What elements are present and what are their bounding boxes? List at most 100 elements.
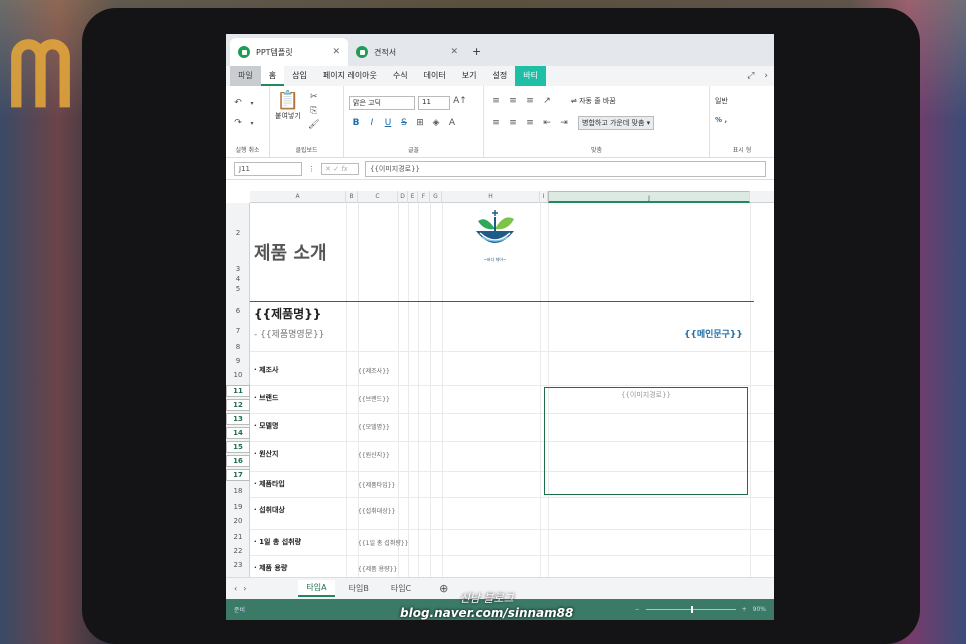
row-header[interactable]: 23: [226, 561, 250, 569]
row-header[interactable]: 18: [226, 487, 250, 495]
column-header[interactable]: B: [346, 191, 358, 203]
comma-icon[interactable]: ,: [724, 116, 727, 124]
zoom-in-icon[interactable]: +: [742, 606, 747, 613]
row-header[interactable]: 8: [226, 343, 250, 351]
chevron-left-icon[interactable]: ‹: [234, 584, 237, 593]
field-value[interactable]: {{원산지}}: [358, 450, 390, 459]
menu-file[interactable]: 파일: [230, 66, 261, 86]
field-value[interactable]: {{1일 총 섭취량}}: [358, 538, 409, 547]
row-header[interactable]: 12: [226, 399, 250, 411]
row-header[interactable]: 13: [226, 413, 250, 425]
merge-center-button[interactable]: 병합하고 가운데 맞춤 ▾: [578, 116, 655, 130]
orientation-icon[interactable]: ↗: [540, 96, 554, 106]
chevron-down-icon[interactable]: ▾: [245, 120, 259, 127]
wrap-text-button[interactable]: ⇌ 자동 줄 바꿈: [571, 96, 616, 106]
row-header[interactable]: 14: [226, 427, 250, 439]
column-header[interactable]: C: [358, 191, 398, 203]
name-box[interactable]: J11: [234, 161, 302, 176]
column-header[interactable]: H: [442, 191, 540, 203]
close-icon[interactable]: ✕: [332, 47, 340, 57]
row-header[interactable]: 3: [226, 265, 250, 273]
paste-button[interactable]: 📋 붙여넣기: [275, 90, 301, 130]
number-format-select[interactable]: 일반: [715, 96, 769, 106]
redo-icon[interactable]: ↷: [231, 118, 245, 128]
spreadsheet-grid[interactable]: A B C D E F G H I J 2 3 4 5 6 7 8 9 10 1…: [226, 191, 774, 577]
sheet-tab-type-a[interactable]: 타입A: [298, 580, 335, 597]
image-placeholder-cell[interactable]: {{이미지경로}}: [544, 387, 748, 495]
row-header[interactable]: 21: [226, 533, 250, 541]
expand-icon[interactable]: ⤢: [747, 71, 754, 81]
row-header[interactable]: 15: [226, 441, 250, 453]
row-header[interactable]: 10: [226, 371, 250, 379]
strikethrough-icon[interactable]: S: [397, 118, 411, 128]
italic-icon[interactable]: I: [365, 118, 379, 128]
indent-increase-icon[interactable]: ⇥: [557, 118, 571, 128]
format-painter-icon[interactable]: 🖌: [307, 120, 321, 130]
field-value[interactable]: {{제품타입}}: [358, 480, 395, 489]
field-value[interactable]: {{제조사}}: [358, 366, 390, 375]
row-header[interactable]: 2: [226, 229, 250, 237]
menu-formulas[interactable]: 수식: [385, 66, 416, 86]
font-color-icon[interactable]: A: [445, 118, 459, 128]
menu-home[interactable]: 홈: [260, 66, 285, 86]
tab-ppt-template[interactable]: PPT템플릿 ✕: [230, 38, 348, 66]
main-phrase-cell[interactable]: {{메인문구}}: [684, 327, 743, 340]
field-value[interactable]: {{브랜드}}: [358, 394, 390, 403]
indent-decrease-icon[interactable]: ⇤: [540, 118, 554, 128]
underline-icon[interactable]: U: [381, 118, 395, 128]
align-right-icon[interactable]: ≡: [523, 118, 537, 128]
row-header[interactable]: 6: [226, 307, 250, 315]
row-header[interactable]: 11: [226, 385, 250, 397]
row-header[interactable]: 5: [226, 285, 250, 293]
sheet-tab-type-b[interactable]: 타입B: [341, 581, 377, 596]
align-bottom-icon[interactable]: ≡: [523, 96, 537, 106]
font-size-select[interactable]: 11: [418, 96, 450, 110]
undo-icon[interactable]: ↶: [231, 98, 245, 108]
new-tab-icon[interactable]: +: [466, 45, 487, 66]
menu-view[interactable]: 보기: [454, 66, 485, 86]
column-header-selected[interactable]: J: [548, 191, 750, 203]
increase-font-icon[interactable]: A↑: [453, 96, 467, 110]
chevron-down-icon[interactable]: ▾: [245, 100, 259, 107]
menu-insert[interactable]: 삽입: [284, 66, 315, 86]
zoom-out-icon[interactable]: −: [635, 606, 640, 613]
row-header[interactable]: 17: [226, 469, 250, 481]
bold-icon[interactable]: B: [349, 118, 363, 128]
row-header[interactable]: 22: [226, 547, 250, 555]
align-top-icon[interactable]: ≡: [489, 96, 503, 106]
more-icon[interactable]: ⋮: [308, 165, 315, 173]
close-icon[interactable]: ✕: [450, 47, 458, 57]
menu-page-layout[interactable]: 페이지 레이아웃: [315, 66, 385, 86]
menu-data[interactable]: 데이터: [416, 66, 454, 86]
menu-bati[interactable]: 바티: [515, 66, 546, 86]
border-icon[interactable]: ⊞: [413, 118, 427, 128]
row-header[interactable]: 16: [226, 455, 250, 467]
column-header[interactable]: D: [398, 191, 408, 203]
zoom-slider[interactable]: [645, 606, 736, 613]
chevron-right-icon[interactable]: ›: [764, 71, 768, 81]
field-value[interactable]: {{섭취대상}}: [358, 506, 395, 515]
field-value[interactable]: {{모델명}}: [358, 422, 390, 431]
align-middle-icon[interactable]: ≡: [506, 96, 520, 106]
chevron-right-icon[interactable]: ›: [243, 584, 246, 593]
product-name-cell[interactable]: {{제품명}}: [254, 305, 321, 322]
column-header[interactable]: I: [540, 191, 548, 203]
fill-color-icon[interactable]: ◈: [429, 118, 443, 128]
align-left-icon[interactable]: ≡: [489, 118, 503, 128]
percent-icon[interactable]: %: [715, 116, 722, 124]
product-en-cell[interactable]: - {{제품명영문}}: [254, 327, 324, 340]
column-header[interactable]: G: [430, 191, 442, 203]
row-header[interactable]: 7: [226, 327, 250, 335]
column-header[interactable]: F: [418, 191, 430, 203]
menu-settings[interactable]: 설정: [484, 66, 515, 86]
field-value[interactable]: {{제품 용량}}: [358, 564, 397, 573]
row-header[interactable]: 4: [226, 275, 250, 283]
align-center-icon[interactable]: ≡: [506, 118, 520, 128]
row-header[interactable]: 19: [226, 503, 250, 511]
row-header[interactable]: 9: [226, 357, 250, 365]
cut-icon[interactable]: ✂: [307, 92, 321, 102]
row-header[interactable]: 20: [226, 517, 250, 525]
tab-estimate[interactable]: 견적서 ✕: [348, 38, 466, 66]
font-name-select[interactable]: 맑은 고딕: [349, 96, 415, 110]
fx-button[interactable]: ✕ ✓ fx: [321, 162, 359, 175]
